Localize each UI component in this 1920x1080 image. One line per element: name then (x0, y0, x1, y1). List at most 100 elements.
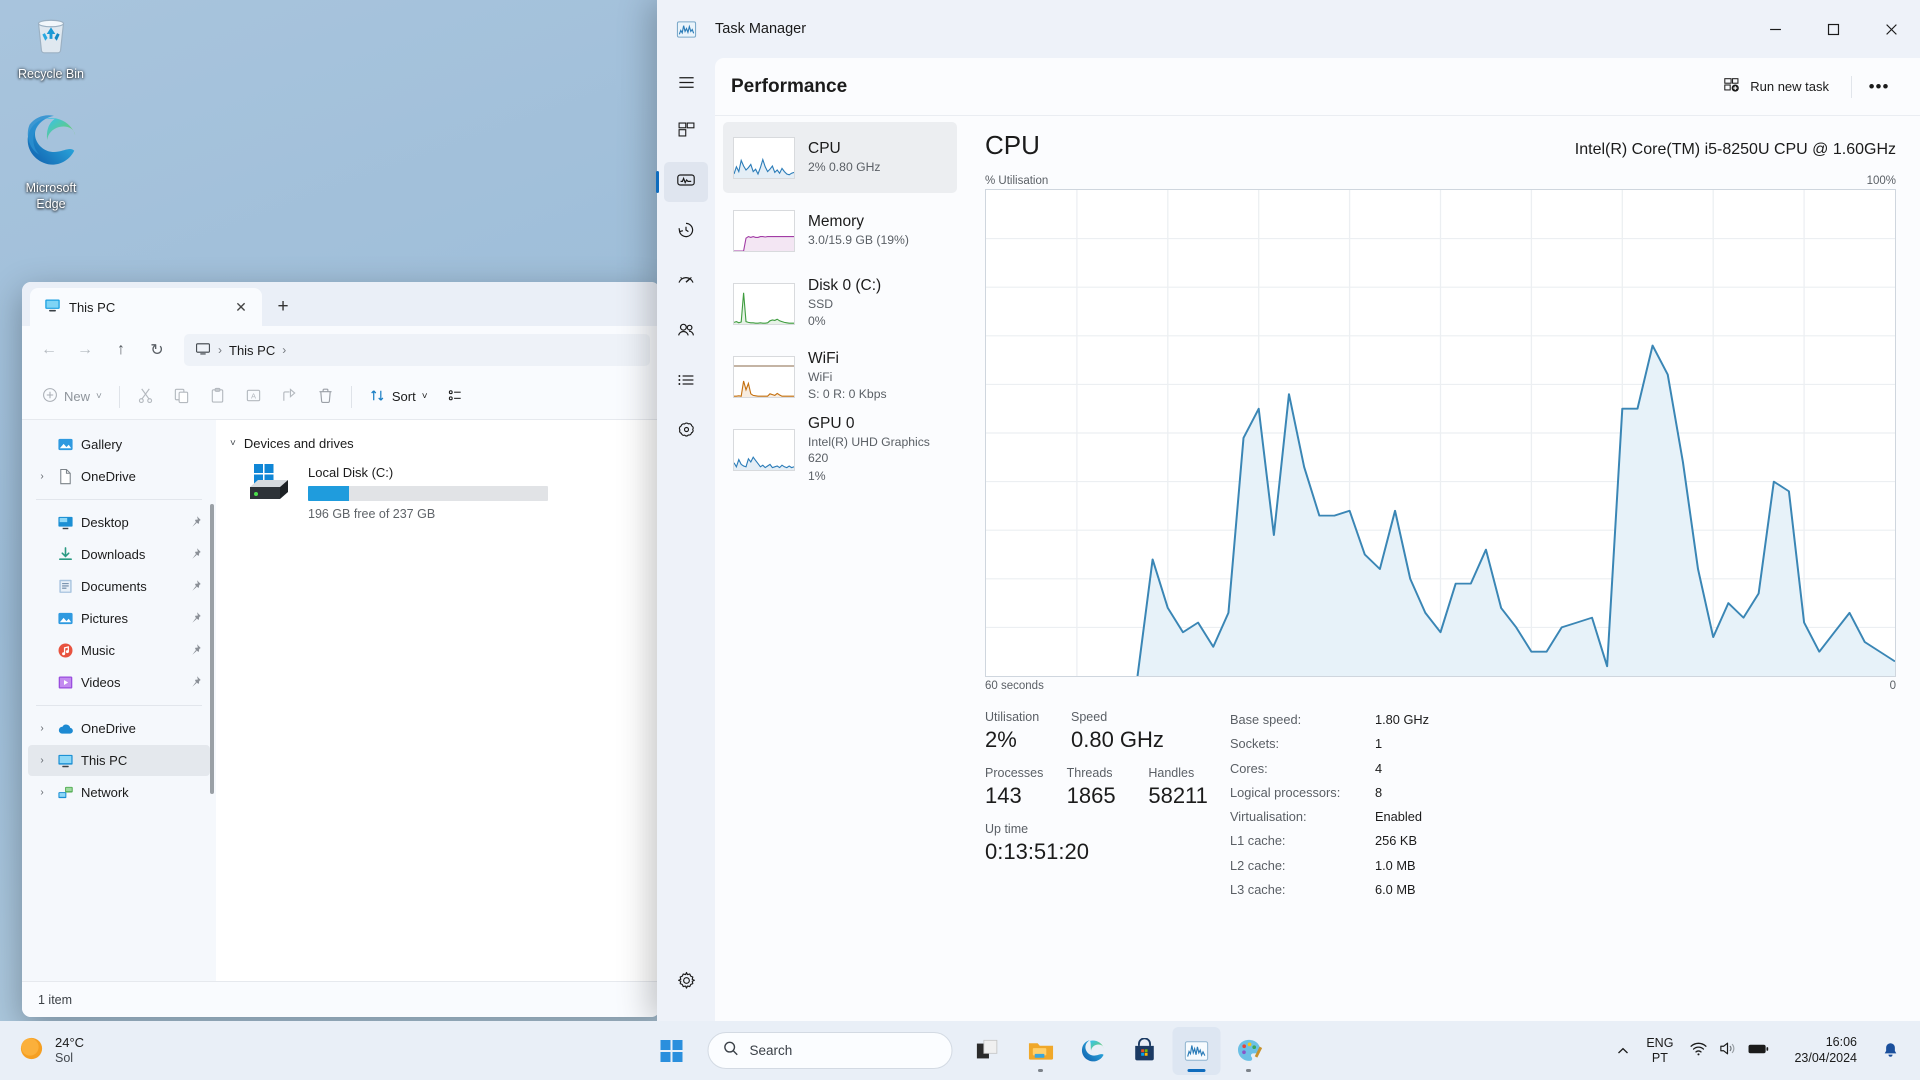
sidebar-item-desktop[interactable]: Desktop (28, 507, 210, 538)
more-options-button[interactable]: ••• (1862, 71, 1896, 103)
quick-settings-button[interactable] (1681, 1029, 1778, 1073)
chevron-right-icon[interactable]: › (34, 787, 50, 798)
language-line2: PT (1651, 1050, 1668, 1065)
explorer-tab-this-pc[interactable]: This PC ✕ (30, 288, 262, 326)
view-button[interactable] (439, 381, 472, 413)
paste-button[interactable] (201, 381, 234, 413)
copy-button[interactable] (165, 381, 198, 413)
desktop-icon-microsoft-edge[interactable]: Microsoft Edge (4, 110, 98, 212)
new-tab-button[interactable]: + (266, 290, 300, 324)
list-item-local-disk[interactable]: Local Disk (C:) 196 GB free of 237 GB (230, 463, 646, 521)
resource-list[interactable]: CPU 2% 0.80 GHz Memory 3.0/15.9 GB (19%) Dis… (715, 116, 957, 1021)
share-button[interactable] (273, 381, 306, 413)
sidebar-item-details[interactable] (664, 362, 708, 402)
run-new-task-button[interactable]: Run new task (1711, 71, 1841, 103)
breadcrumb-current[interactable]: This PC (229, 343, 275, 358)
desktop-background[interactable]: Recycle Bin Microsoft Edge This PC ✕ + ←… (0, 0, 1920, 1080)
task-manager-button[interactable] (1172, 1026, 1221, 1075)
pin-icon[interactable] (189, 547, 202, 563)
delete-button[interactable] (309, 381, 342, 413)
sidebar-item-label: Desktop (81, 515, 129, 530)
breadcrumb-separator-trailing[interactable]: › (282, 343, 286, 357)
explorer-body: Gallery › OneDrive Desktop Downloads Document… (22, 420, 660, 981)
chevron-right-icon[interactable]: › (34, 471, 50, 482)
close-button[interactable] (1862, 0, 1920, 58)
explorer-navigation-pane[interactable]: Gallery › OneDrive Desktop Downloads Document… (22, 420, 216, 981)
sidebar-item-downloads[interactable]: Downloads (28, 539, 210, 570)
breadcrumb[interactable]: › This PC › (184, 334, 650, 366)
cpu-specifications: Base speed: 1.80 GHz Sockets: 1 Cores: 4 Logic… (1230, 708, 1896, 902)
sidebar-item-pictures[interactable]: Pictures (28, 603, 210, 634)
search-box[interactable]: Search (707, 1032, 953, 1069)
back-button[interactable]: ← (32, 333, 66, 367)
pin-icon[interactable] (189, 611, 202, 627)
processes-icon (677, 120, 696, 144)
chevron-right-icon[interactable]: › (34, 723, 50, 734)
sidebar-item-gallery[interactable]: Gallery (28, 429, 210, 460)
forward-button[interactable]: → (68, 333, 102, 367)
sidebar-item-onedrive[interactable]: › OneDrive (28, 461, 210, 492)
language-indicator[interactable]: ENG PT (1638, 1029, 1681, 1073)
clock-button[interactable]: 16:06 23/04/2024 (1778, 1029, 1873, 1073)
sort-button[interactable]: Sort ˅ (361, 381, 436, 413)
sidebar-item-users[interactable] (664, 312, 708, 352)
spec-key: Sockets: (1230, 736, 1280, 752)
delete-icon (317, 387, 334, 407)
file-explorer-button[interactable] (1017, 1027, 1065, 1075)
file-explorer-window[interactable]: This PC ✕ + ← → ↑ ↻ › This PC › New ˅ A … (22, 282, 660, 1017)
microsoft-edge-button[interactable] (1069, 1027, 1117, 1075)
up-button[interactable]: ↑ (104, 333, 138, 367)
task-view-button[interactable] (965, 1027, 1013, 1075)
refresh-button[interactable]: ↻ (140, 333, 174, 367)
stat-row-3: Up time 0:13:51:20 (985, 820, 1230, 865)
resource-item-disk-0-c-[interactable]: Disk 0 (C:) SSD 0% (723, 268, 957, 339)
pin-icon[interactable] (189, 675, 202, 691)
sidebar-item-app-history[interactable] (664, 212, 708, 252)
start-button[interactable] (648, 1027, 696, 1075)
spec-key: Base speed: (1230, 712, 1302, 727)
pin-icon[interactable] (189, 579, 202, 595)
group-header-devices-and-drives[interactable]: ˅ Devices and drives (230, 436, 646, 451)
sidebar-item-startup-apps[interactable] (664, 262, 708, 302)
paint-button[interactable] (1225, 1027, 1273, 1075)
chevron-down-icon[interactable]: ˅ (230, 438, 236, 449)
pin-icon[interactable] (189, 515, 202, 531)
sidebar-item-this-pc[interactable]: › This PC (28, 745, 210, 776)
sidebar-item-performance[interactable] (656, 162, 708, 202)
sidebar-item-processes[interactable] (664, 112, 708, 152)
sidebar-item-services[interactable] (664, 412, 708, 452)
chart-xlabel-left: 60 seconds (985, 680, 1044, 692)
new-button[interactable]: New ˅ (34, 381, 110, 413)
weather-widget[interactable]: 24°C Sol (0, 1021, 96, 1080)
settings-button[interactable] (664, 963, 708, 1003)
task-manager-title-bar[interactable]: Task Manager (657, 0, 1920, 58)
cpu-statistics: Utilisation 2% Speed 0.80 GHz Processes … (985, 708, 1896, 902)
tray-overflow-button[interactable] (1608, 1029, 1638, 1073)
rename-button[interactable]: A (237, 381, 270, 413)
close-icon[interactable]: ✕ (228, 294, 254, 320)
maximize-button[interactable] (1804, 0, 1862, 58)
pin-icon[interactable] (189, 643, 202, 659)
sidebar-item-documents[interactable]: Documents (28, 571, 210, 602)
resource-item-memory[interactable]: Memory 3.0/15.9 GB (19%) (723, 195, 957, 266)
sidebar-item-onedrive[interactable]: › OneDrive (28, 713, 210, 744)
explorer-file-list[interactable]: ˅ Devices and drives Local Disk (C:) 196… (216, 420, 660, 981)
minimize-button[interactable] (1746, 0, 1804, 58)
navigation-scrollbar[interactable] (210, 504, 214, 794)
spec-row: Logical processors: 8 (1230, 781, 1896, 805)
microsoft-store-button[interactable] (1121, 1027, 1169, 1075)
resource-item-cpu[interactable]: CPU 2% 0.80 GHz (723, 122, 957, 193)
desktop-icon-recycle-bin[interactable]: Recycle Bin (4, 12, 98, 83)
notification-bell-icon[interactable] (1873, 1029, 1908, 1073)
language-text: ENG PT (1646, 1036, 1673, 1066)
sidebar-item-videos[interactable]: Videos (28, 667, 210, 698)
resource-item-wifi[interactable]: WiFi WiFi S: 0 R: 0 Kbps (723, 341, 957, 412)
task-manager-window[interactable]: Task Manager Performance Run new task ••… (656, 0, 1920, 1021)
sidebar-item-network[interactable]: › Network (28, 777, 210, 808)
language-line1: ENG (1646, 1035, 1674, 1050)
resource-item-gpu-0[interactable]: GPU 0 Intel(R) UHD Graphics 620 1% (723, 414, 957, 485)
sidebar-item-music[interactable]: Music (28, 635, 210, 666)
chevron-right-icon[interactable]: › (34, 755, 50, 766)
cut-button[interactable] (129, 381, 162, 413)
hamburger-menu-icon[interactable] (664, 62, 708, 102)
